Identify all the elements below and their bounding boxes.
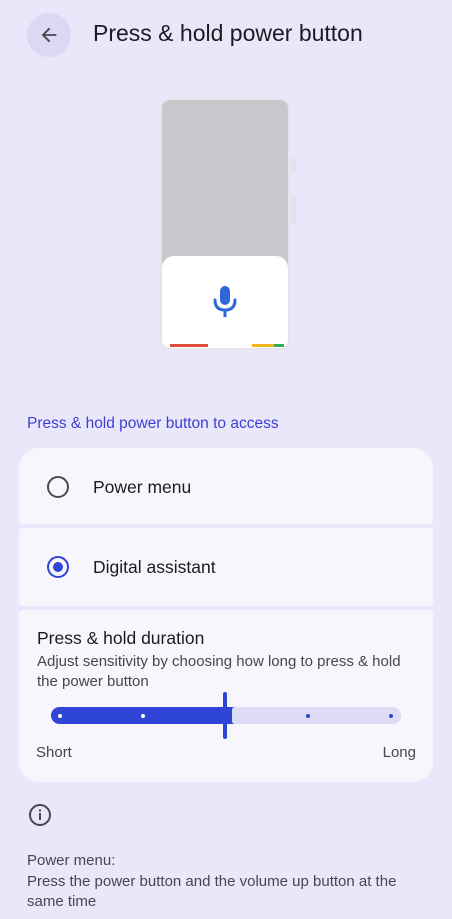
assistant-card bbox=[162, 256, 288, 348]
phone-screen bbox=[160, 98, 290, 350]
slider-tick bbox=[58, 714, 62, 718]
option-digital-assistant[interactable]: Digital assistant bbox=[19, 528, 433, 606]
slider-max-label: Long bbox=[382, 744, 416, 761]
arrow-back-icon bbox=[41, 27, 57, 43]
section-label: Press & hold power button to access bbox=[27, 415, 279, 432]
option-label: Digital assistant bbox=[93, 557, 216, 577]
assistant-bar-yellow bbox=[252, 344, 274, 347]
app-bar: Press & hold power button bbox=[0, 0, 452, 70]
slider-active-track[interactable] bbox=[51, 707, 239, 724]
microphone-icon bbox=[213, 286, 237, 317]
slider-inactive-track[interactable] bbox=[232, 707, 401, 724]
phone-volume-key bbox=[291, 194, 296, 224]
radio-digital-assistant[interactable] bbox=[47, 556, 69, 578]
assistant-bar-red bbox=[170, 344, 208, 347]
slider-min-label: Short bbox=[36, 744, 72, 761]
footer-title: Power menu: bbox=[27, 852, 116, 869]
back-button[interactable] bbox=[27, 13, 71, 57]
duration-card: Press & hold duration Adjust sensitivity… bbox=[19, 610, 433, 782]
slider-tick bbox=[389, 714, 393, 718]
slider-thumb[interactable] bbox=[223, 692, 227, 739]
phone-power-key bbox=[291, 158, 296, 174]
slider-tick bbox=[306, 714, 310, 718]
option-power-menu[interactable]: Power menu bbox=[19, 448, 433, 524]
duration-description: Adjust sensitivity by choosing how long … bbox=[37, 653, 401, 690]
slider-tick bbox=[141, 714, 145, 718]
radio-power-menu[interactable] bbox=[47, 476, 69, 498]
assistant-bar-green bbox=[274, 344, 284, 347]
page-title: Press & hold power button bbox=[93, 20, 363, 46]
duration-title: Press & hold duration bbox=[37, 628, 205, 648]
footer-text: Press the power button and the volume up… bbox=[27, 873, 397, 910]
phone-illustration bbox=[158, 98, 298, 352]
option-label: Power menu bbox=[93, 477, 192, 497]
info-icon bbox=[29, 804, 51, 826]
